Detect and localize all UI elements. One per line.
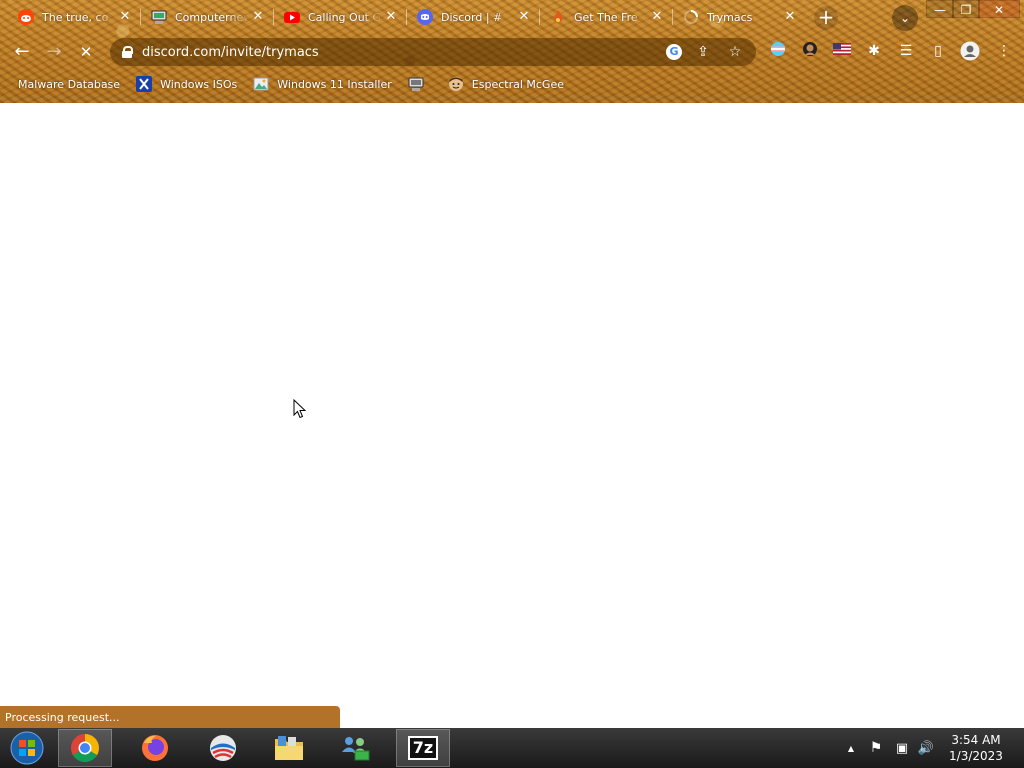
network-icon[interactable]: ▣ (892, 728, 912, 768)
computer-icon (408, 76, 424, 92)
tab-strip: The true, co ✕ Computernew ✕ Calling Out… (8, 2, 806, 32)
bookmark-windows-11-installer[interactable]: Windows 11 Installer (253, 76, 392, 92)
fire-icon (550, 9, 566, 25)
tab-title: Calling Out G (308, 10, 382, 24)
taskbar-network-app[interactable] (328, 729, 382, 767)
youtube-icon (284, 9, 300, 25)
avatar-extension-icon[interactable] (800, 41, 820, 61)
minimize-button[interactable]: — (926, 0, 954, 18)
clock-date: 1/3/2023 (949, 749, 1003, 763)
clock-time: 3:54 AM (951, 733, 1001, 747)
close-icon[interactable]: ✕ (250, 9, 266, 25)
close-icon[interactable]: ✕ (649, 9, 665, 25)
tab-reddit[interactable]: The true, co ✕ (8, 2, 141, 32)
bookmark-4[interactable] (408, 76, 432, 92)
face-icon (448, 76, 464, 92)
close-icon[interactable]: ✕ (383, 9, 399, 25)
back-button[interactable]: ← (10, 40, 34, 64)
reading-list-icon[interactable]: ☰ (896, 41, 916, 61)
profile-avatar-icon[interactable] (958, 41, 982, 61)
reddit-icon (18, 9, 34, 25)
loading-spinner-icon (683, 9, 699, 25)
lock-icon[interactable] (122, 46, 133, 58)
action-center-flag-icon[interactable]: ⚑ (866, 728, 886, 768)
close-icon[interactable]: ✕ (117, 9, 133, 25)
chrome-icon (71, 734, 99, 762)
taskbar-opera[interactable] (196, 729, 250, 767)
bookmark-star-icon[interactable]: ☆ (724, 41, 746, 63)
bookmark-malware-database[interactable]: Malware Database (18, 78, 120, 91)
bookmark-label: Malware Database (18, 77, 121, 91)
new-tab-button[interactable]: + (814, 6, 838, 30)
taskbar-firefox[interactable] (128, 729, 182, 767)
us-flag-extension-icon[interactable] (832, 41, 852, 61)
taskbar: 7z ▲ ⚑ ▣ 🔊 3:54 AM 1/3/2023 (0, 728, 1024, 768)
address-bar[interactable]: discord.com/invite/trymacs G ⇪ ☆ (110, 38, 756, 66)
bookmark-label: Espectral McGee (471, 77, 564, 91)
tab-search-button[interactable]: ⌄ (892, 5, 918, 31)
x-icon (136, 76, 153, 92)
folder-icon (275, 736, 303, 760)
start-orb-icon (10, 731, 44, 765)
share-icon[interactable]: ⇪ (692, 41, 714, 63)
tab-title: Computernew (175, 10, 250, 24)
tab-title: Get The Fre (574, 10, 638, 24)
google-lens-icon[interactable]: G (666, 44, 682, 60)
bookmark-windows-isos[interactable]: Windows ISOs (136, 76, 237, 92)
page-viewport[interactable] (0, 103, 1024, 728)
bookmarks-bar: Malware Database Windows ISOs Windows 11… (18, 74, 580, 94)
tab-get-the-free[interactable]: Get The Fre ✕ (540, 2, 673, 32)
tab-computernewb[interactable]: Computernew ✕ (141, 2, 274, 32)
tab-title: The true, co (42, 10, 109, 24)
tab-youtube[interactable]: Calling Out G ✕ (274, 2, 407, 32)
close-icon[interactable]: ✕ (782, 9, 798, 25)
stop-loading-button[interactable]: ✕ (74, 40, 98, 64)
tab-discord[interactable]: Discord | # ✕ (407, 2, 540, 32)
side-panel-icon[interactable]: ▯ (928, 41, 948, 61)
bookmark-espectral-mcgee[interactable]: Espectral McGee (448, 76, 564, 92)
bookmark-label: Windows ISOs (160, 77, 238, 91)
opera-icon (210, 735, 236, 761)
tab-title: Discord | # (441, 10, 503, 24)
restore-button[interactable]: ❐ (952, 0, 980, 18)
forward-button[interactable]: → (42, 40, 66, 64)
status-bubble: Processing request... (0, 706, 340, 728)
system-clock[interactable]: 3:54 AM 1/3/2023 (944, 732, 1008, 764)
volume-icon[interactable]: 🔊 (916, 728, 936, 768)
image-icon (253, 76, 269, 92)
tray-overflow-icon[interactable]: ▲ (844, 728, 858, 768)
close-icon[interactable]: ✕ (516, 9, 532, 25)
chrome-menu-icon[interactable]: ⋮ (994, 41, 1014, 61)
computer-icon (151, 9, 167, 25)
browser-frame: The true, co ✕ Computernew ✕ Calling Out… (0, 0, 1024, 103)
taskbar-7zip[interactable]: 7z (396, 729, 450, 767)
pride-flag-extension-icon[interactable] (768, 41, 788, 61)
firefox-icon (142, 735, 168, 761)
start-button[interactable] (4, 729, 50, 767)
discord-icon (417, 9, 433, 25)
tab-trymacs[interactable]: Trymacs ✕ (673, 2, 806, 32)
url-text[interactable]: discord.com/invite/trymacs (142, 45, 666, 60)
mouse-cursor-icon (293, 398, 307, 423)
network-people-icon (342, 737, 370, 761)
7zip-icon: 7z (408, 736, 438, 760)
taskbar-file-explorer[interactable] (262, 729, 316, 767)
tab-title: Trymacs (707, 10, 753, 24)
close-window-button[interactable]: ✕ (978, 0, 1020, 18)
puzzle-extensions-icon[interactable]: ✱ (864, 41, 884, 61)
bookmark-label: Windows 11 Installer (277, 77, 392, 91)
taskbar-chrome[interactable] (58, 729, 112, 767)
